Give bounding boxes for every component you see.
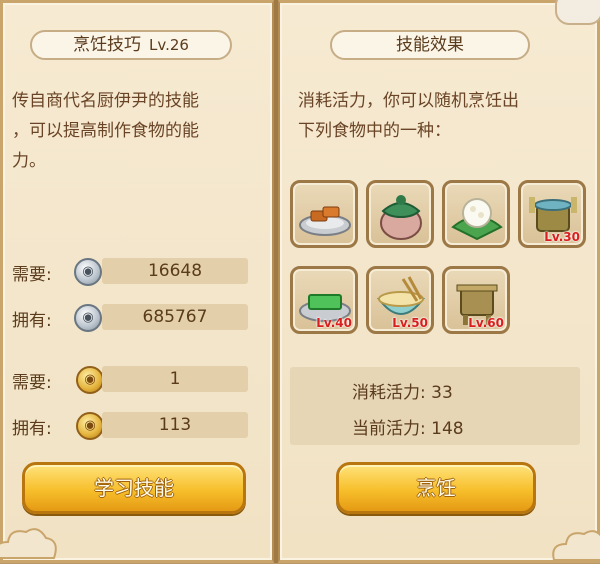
silver-coin-icon: ◉ (74, 304, 102, 332)
food-level-tag: Lv.50 (392, 316, 428, 330)
pickle-jar-icon (380, 195, 422, 240)
vitality-current-text: 当前活力: 148 (352, 419, 464, 439)
tofu-plate-icon (299, 206, 351, 236)
cloud-ornament-icon (552, 530, 600, 561)
food-slot-bronze-pot[interactable]: Lv.30 (518, 180, 586, 248)
required-gold-label: 需要: (12, 373, 52, 393)
silver-coin-icon: ◉ (74, 258, 102, 286)
skill-description-line: 力。 (12, 151, 46, 171)
required-gold-value: 1 (102, 366, 248, 392)
skill-title-header: 烹饪技巧 Lv.26 (30, 30, 232, 60)
gold-coin-icon: ◉ (76, 366, 104, 394)
skill-title: 烹饪技巧 (73, 35, 142, 55)
skill-level: Lv.26 (149, 36, 189, 54)
gold-coin-icon: ◉ (76, 412, 104, 440)
owned-silver-label: 拥有: (12, 311, 52, 331)
skill-description-line: ，可以提高制作食物的能 (12, 121, 199, 141)
required-silver-value: 16648 (102, 258, 248, 284)
close-corner-icon[interactable] (555, 0, 600, 25)
required-silver-label: 需要: (12, 265, 52, 285)
food-slot-jar[interactable] (366, 180, 434, 248)
learn-skill-button[interactable]: 学习技能 (22, 462, 246, 514)
skill-description: 传自商代名厨伊尹的技能 ，可以提高制作食物的能 力。 (12, 86, 270, 176)
food-level-tag: Lv.30 (544, 230, 580, 244)
rice-dumpling-icon (451, 198, 503, 241)
food-level-tag: Lv.40 (316, 316, 352, 330)
vitality-consume-text: 消耗活力: 33 (352, 383, 453, 403)
food-level-tag: Lv.60 (468, 316, 504, 330)
owned-silver-value: 685767 (102, 304, 248, 330)
food-slot-tofu[interactable] (290, 180, 358, 248)
cloud-ornament-icon (0, 528, 57, 559)
effect-description-line: 下列食物中的一种： (298, 121, 451, 141)
effect-title-header: 技能效果 (330, 30, 530, 60)
food-slot-bronze-tripod[interactable]: Lv.60 (442, 266, 510, 334)
cook-button[interactable]: 烹饪 (336, 462, 536, 514)
effect-title: 技能效果 (396, 35, 464, 55)
owned-gold-label: 拥有: (12, 419, 52, 439)
food-slot-noodle-bowl[interactable]: Lv.50 (366, 266, 434, 334)
food-slot-rice-ball[interactable] (442, 180, 510, 248)
skill-description-line: 传自商代名厨伊尹的技能 (12, 91, 199, 111)
effect-description: 消耗活力，你可以随机烹饪出 下列食物中的一种： (298, 86, 598, 146)
food-slot-green-cake[interactable]: Lv.40 (290, 266, 358, 334)
owned-gold-value: 113 (102, 412, 248, 438)
effect-description-line: 消耗活力，你可以随机烹饪出 (298, 91, 519, 111)
